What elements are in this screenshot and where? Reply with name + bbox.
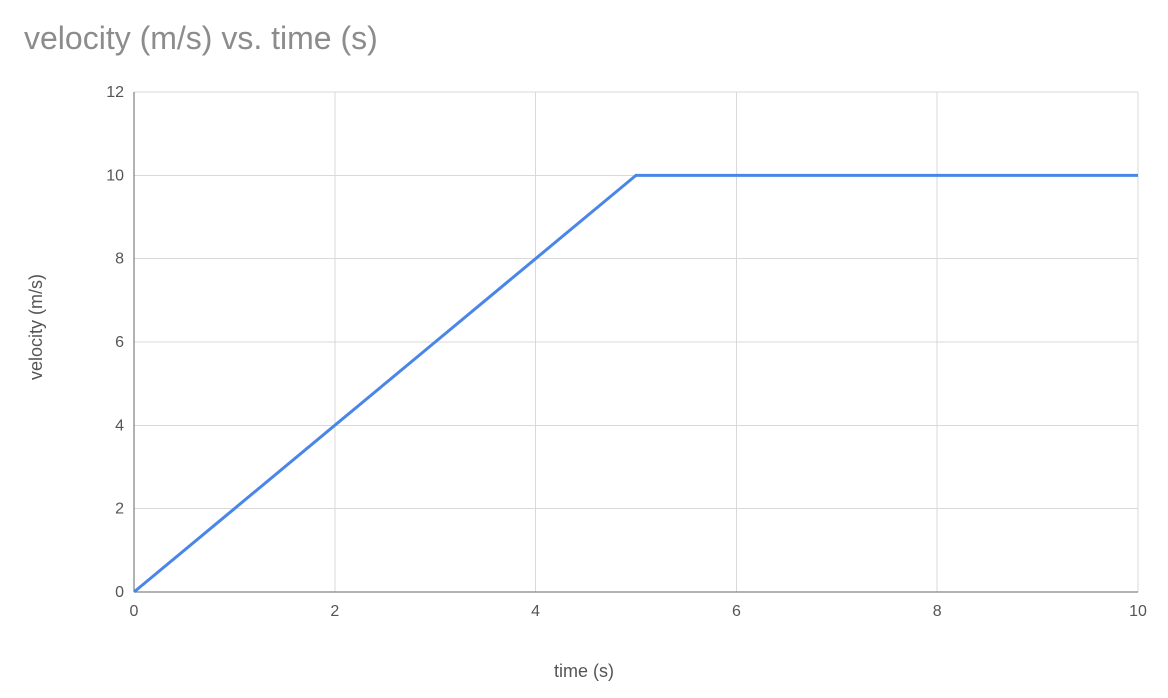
y-tick-label: 4: [115, 417, 124, 434]
chart-title: velocity (m/s) vs. time (s): [24, 20, 378, 57]
x-axis-label: time (s): [0, 661, 1168, 682]
series-line: [134, 175, 1138, 592]
y-tick-label: 10: [106, 167, 124, 184]
x-tick-label: 4: [531, 603, 540, 620]
x-tick-label: 10: [1129, 603, 1147, 620]
x-tick-label: 6: [732, 603, 741, 620]
x-tick-label: 0: [130, 603, 139, 620]
y-tick-label: 0: [115, 584, 124, 601]
chart-svg: 0 2 4 6 8 10 0 2 4 6 8 10 12: [90, 80, 1150, 640]
chart-container: velocity (m/s) vs. time (s) velocity (m/…: [0, 0, 1168, 698]
x-tick-label: 8: [933, 603, 942, 620]
y-axis-label: velocity (m/s): [26, 274, 47, 380]
gridlines: [134, 92, 1138, 592]
y-tick-label: 6: [115, 334, 124, 351]
x-tick-label: 2: [330, 603, 339, 620]
tick-labels: 0 2 4 6 8 10 0 2 4 6 8 10 12: [106, 84, 1147, 620]
plot-area: 0 2 4 6 8 10 0 2 4 6 8 10 12: [90, 80, 1150, 640]
y-tick-label: 8: [115, 251, 124, 268]
y-tick-label: 2: [115, 501, 124, 518]
y-tick-label: 12: [106, 84, 124, 101]
